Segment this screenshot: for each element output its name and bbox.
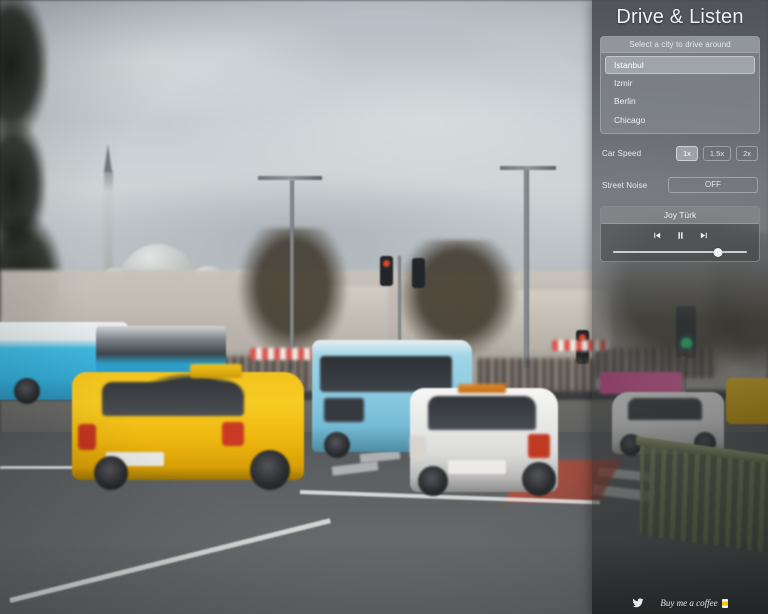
bus-wheel [14, 378, 40, 404]
taxi-rear-window [102, 382, 244, 416]
drive-and-listen-app: Drive & Listen Select a city to drive ar… [0, 0, 768, 614]
pause-icon[interactable] [675, 230, 686, 244]
street-noise-label: Street Noise [602, 180, 648, 190]
street-light-pole [290, 180, 294, 370]
street-light-arm [500, 166, 556, 170]
taxi-wheel [94, 456, 128, 490]
suv-wheel [522, 462, 556, 496]
radio-transport-controls [601, 230, 759, 244]
coffee-cup-icon [721, 598, 728, 608]
street-light-pole [524, 168, 529, 368]
minibus-wheel [324, 432, 350, 458]
speed-button-1x[interactable]: 1x [675, 146, 698, 161]
suv-roof-light [458, 384, 506, 393]
buy-me-a-coffee-label: Buy me a coffee [660, 598, 718, 608]
suv-rear-window [428, 396, 536, 430]
city-list: Istanbul Izmir Berlin Chicago [601, 53, 759, 134]
car-speed-label: Car Speed [602, 148, 642, 158]
taxi-taillight [78, 424, 96, 450]
city-item-chicago[interactable]: Chicago [605, 111, 755, 129]
previous-station-icon[interactable] [651, 230, 662, 244]
car-speed-options: 1x 1.5x 2x [675, 146, 758, 161]
car-speed-row: Car Speed 1x 1.5x 2x [602, 134, 758, 166]
city-item-berlin[interactable]: Berlin [605, 93, 755, 111]
traffic-light-red-lamp [383, 260, 390, 267]
radio-body [601, 224, 759, 261]
city-item-istanbul[interactable]: Istanbul [605, 56, 755, 75]
minibus-window [324, 398, 364, 422]
taxi-taillight [222, 422, 244, 446]
taxi-wheel [250, 450, 290, 490]
twitter-icon[interactable] [632, 597, 644, 609]
minibus-window [320, 356, 452, 392]
radio-station-name: Joy Türk [601, 207, 759, 225]
suv-taillight [410, 436, 426, 458]
city-selector: Select a city to drive around Istanbul I… [600, 36, 760, 135]
volume-slider-track[interactable] [613, 247, 747, 257]
page-title: Drive & Listen [616, 6, 744, 28]
suv-license-plate [448, 460, 506, 474]
market-awning [250, 348, 314, 360]
suv-wheel [418, 466, 448, 496]
sidebar-footer: Buy me a coffee [592, 597, 768, 609]
street-light-arm [258, 176, 322, 180]
taxi-roof-sign [190, 364, 242, 378]
suv-taillight [528, 434, 550, 458]
volume-slider-thumb[interactable] [713, 247, 723, 257]
next-station-icon[interactable] [699, 230, 710, 244]
volume-control [601, 247, 759, 257]
buy-me-a-coffee-link[interactable]: Buy me a coffee [660, 598, 728, 608]
traffic-light-icon [412, 258, 425, 288]
radio-player: Joy Türk [600, 206, 760, 263]
control-sidebar: Drive & Listen Select a city to drive ar… [592, 0, 768, 614]
city-item-izmir[interactable]: Izmir [605, 74, 755, 92]
speed-button-1-5x[interactable]: 1.5x [702, 146, 732, 161]
tree-foliage-icon [0, 0, 48, 140]
city-selector-header: Select a city to drive around [601, 37, 759, 53]
street-noise-toggle[interactable]: OFF [668, 177, 758, 194]
speed-button-2x[interactable]: 2x [736, 146, 758, 161]
street-noise-row: Street Noise OFF [602, 166, 758, 198]
